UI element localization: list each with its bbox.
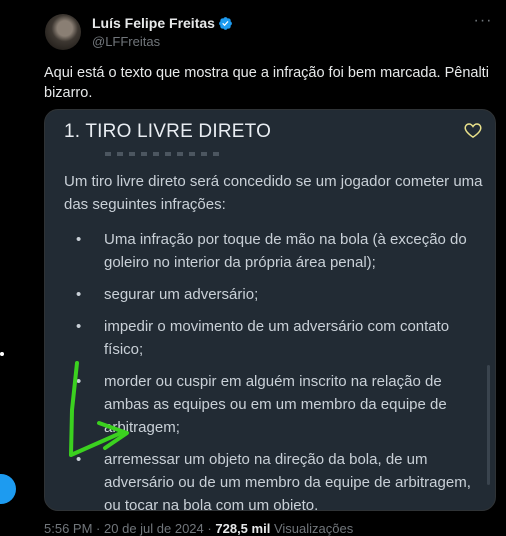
list-item-text: impedir o movimento de um adversário com… — [104, 318, 450, 358]
document-body: Um tiro livre direto será concedido se u… — [64, 170, 484, 511]
tweet-image[interactable]: 1. TIRO LIVRE DIRETO Um tiro livre diret… — [44, 109, 496, 511]
compose-button[interactable] — [0, 474, 16, 504]
document-scrollbar — [487, 365, 490, 485]
list-item-text: arremessar um objeto na direção da bola,… — [104, 451, 471, 511]
tweet[interactable]: Luís Felipe Freitas @LFFreitas ··· Aqui … — [30, 0, 506, 536]
views-count: 728,5 mil — [215, 521, 271, 536]
meta-separator: · — [96, 521, 101, 536]
bullet: • — [76, 373, 82, 390]
verified-badge-icon — [219, 16, 232, 30]
list-item: • impedir o movimento de um adversário co… — [64, 315, 484, 361]
tweet-text: Aqui está o texto que mostra que a infra… — [44, 65, 489, 101]
sidebar-dot — [0, 352, 4, 356]
left-sidebar-edge — [0, 0, 17, 530]
author-name[interactable]: Luís Felipe Freitas — [92, 15, 215, 31]
heart-outline-icon — [464, 123, 482, 138]
tweet-time[interactable]: 5:56 PM — [44, 521, 92, 536]
bullet: • — [76, 231, 82, 248]
infraction-list: • Uma infração por toque de mão na bola (… — [64, 228, 484, 511]
bullet: • — [76, 286, 82, 303]
list-item-text: morder ou cuspir em alguém inscrito na r… — [104, 373, 447, 436]
author-block[interactable]: Luís Felipe Freitas @LFFreitas — [92, 15, 233, 49]
document-intro: Um tiro livre direto será concedido se u… — [64, 173, 483, 213]
list-item-text: segurar um adversário; — [104, 286, 259, 303]
list-item: • Uma infração por toque de mão na bola (… — [64, 228, 484, 274]
list-item: • segurar um adversário; — [64, 283, 484, 306]
author-name-row[interactable]: Luís Felipe Freitas — [92, 15, 233, 31]
list-item-text: Uma infração por toque de mão na bola (à… — [104, 231, 467, 271]
faded-text-line — [105, 152, 225, 156]
tweet-meta: 5:56 PM · 20 de jul de 2024 · 728,5 mil … — [44, 521, 353, 536]
list-item: • arremessar um objeto na direção da bola… — [64, 448, 484, 511]
bullet: • — [76, 451, 82, 468]
avatar[interactable] — [45, 14, 81, 50]
tweet-date[interactable]: 20 de jul de 2024 — [104, 521, 204, 536]
meta-separator: · — [207, 521, 212, 536]
document-title: 1. TIRO LIVRE DIRETO — [64, 121, 272, 142]
views-label: Visualizações — [273, 521, 354, 536]
more-options-icon[interactable]: ··· — [472, 10, 494, 32]
list-item: • morder ou cuspir em alguém inscrito na … — [64, 370, 484, 439]
author-handle[interactable]: @LFFreitas — [92, 34, 233, 49]
bullet: • — [76, 318, 82, 335]
